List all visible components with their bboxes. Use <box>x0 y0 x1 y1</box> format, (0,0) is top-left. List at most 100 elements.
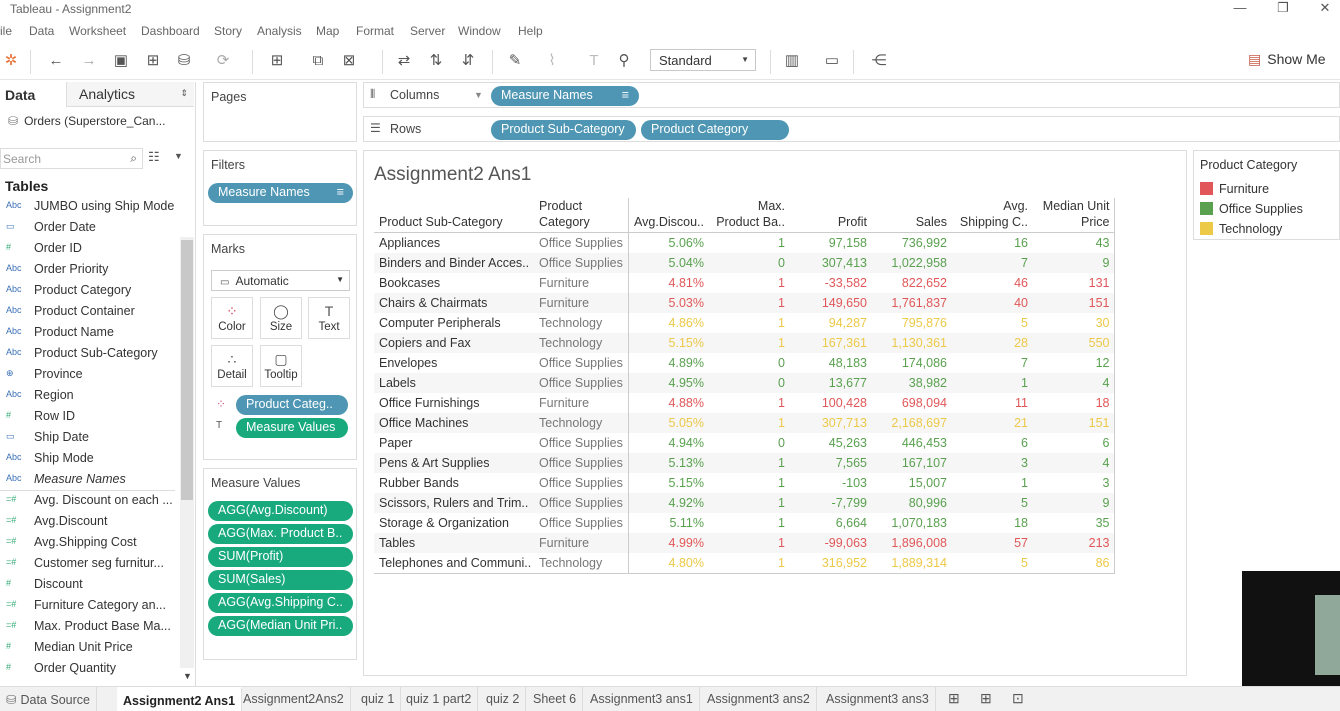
cell-max[interactable]: 1 <box>708 473 789 493</box>
cell-sales[interactable]: 1,022,958 <box>871 253 951 273</box>
color-button[interactable]: ⁘ Color <box>211 297 253 339</box>
cell-category[interactable]: Furniture <box>534 393 629 413</box>
pages-card[interactable]: Pages <box>203 82 357 142</box>
cell-sales[interactable]: 446,453 <box>871 433 951 453</box>
minimize-button[interactable]: — <box>1225 0 1255 18</box>
cell-category[interactable]: Technology <box>534 413 629 433</box>
field-item[interactable]: Abc Order Priority <box>0 260 175 281</box>
cell-med[interactable]: 12 <box>1032 353 1115 373</box>
cell-ship[interactable]: 1 <box>951 473 1032 493</box>
cell-max[interactable]: 1 <box>708 333 789 353</box>
cell-category[interactable]: Office Supplies <box>534 433 629 453</box>
menu-map[interactable]: Map <box>316 24 339 38</box>
cell-ship[interactable]: 1 <box>951 373 1032 393</box>
detail-button[interactable]: ∴ Detail <box>211 345 253 387</box>
field-item[interactable]: Abc Product Sub-Category <box>0 344 175 365</box>
cell-max[interactable]: 0 <box>708 373 789 393</box>
cell-category[interactable]: Furniture <box>534 293 629 313</box>
columns-pill-measure-names[interactable]: Measure Names ≡ <box>491 86 639 106</box>
cell-disc[interactable]: 5.05% <box>628 413 708 433</box>
cell-sales[interactable]: 736,992 <box>871 233 951 254</box>
sort-descending-icon[interactable]: ⇵ <box>457 51 479 71</box>
cell-category[interactable]: Technology <box>534 333 629 353</box>
field-item[interactable]: =# Furniture Category an... <box>0 596 175 617</box>
cell-sub-category[interactable]: Computer Peripherals <box>374 313 534 333</box>
cell-sub-category[interactable]: Bookcases <box>374 273 534 293</box>
cell-sub-category[interactable]: Office Furnishings <box>374 393 534 413</box>
header-category[interactable]: Product Category <box>534 198 629 233</box>
cell-max[interactable]: 0 <box>708 253 789 273</box>
cell-sales[interactable]: 1,889,314 <box>871 553 951 574</box>
cell-sub-category[interactable]: Envelopes <box>374 353 534 373</box>
table-row[interactable]: Bookcases Furniture 4.81% 1 -33,582 822,652 46… <box>374 273 1115 293</box>
cell-category[interactable]: Office Supplies <box>534 513 629 533</box>
new-datasource-icon[interactable]: ⊞ <box>142 51 164 71</box>
rows-pill-category[interactable]: Product Category <box>641 120 789 140</box>
field-item[interactable]: Abc Measure Names <box>0 470 175 491</box>
cell-ship[interactable]: 46 <box>951 273 1032 293</box>
cell-sub-category[interactable]: Paper <box>374 433 534 453</box>
cell-category[interactable]: Office Supplies <box>534 493 629 513</box>
cell-max[interactable]: 1 <box>708 393 789 413</box>
header-avg-shipping[interactable]: Avg. Shipping C.. <box>951 198 1032 233</box>
measure-pill[interactable]: AGG(Avg.Discount) <box>208 501 353 521</box>
size-button[interactable]: ◯ Size <box>260 297 302 339</box>
cell-max[interactable]: 1 <box>708 233 789 254</box>
pause-updates-icon[interactable]: ⛁ <box>173 51 195 71</box>
fix-axes-icon[interactable]: ⚲ <box>613 51 635 71</box>
chevron-down-icon[interactable]: ▼ <box>474 90 483 100</box>
cell-disc[interactable]: 5.15% <box>628 333 708 353</box>
field-item[interactable]: Abc Region <box>0 386 175 407</box>
cell-profit[interactable]: 316,952 <box>789 553 871 574</box>
field-item[interactable]: ▭ Ship Date <box>0 428 175 449</box>
table-row[interactable]: Envelopes Office Supplies 4.89% 0 48,183 174,… <box>374 353 1115 373</box>
tableau-logo-icon[interactable]: ✲ <box>0 51 22 71</box>
cell-sub-category[interactable]: Telephones and Communi.. <box>374 553 534 574</box>
cell-profit[interactable]: 7,565 <box>789 453 871 473</box>
cell-ship[interactable]: 5 <box>951 553 1032 574</box>
tab-assignment3-ans1[interactable]: Assignment3 ans1 <box>584 687 700 711</box>
scroll-down-icon[interactable]: ▼ <box>183 671 192 681</box>
cell-disc[interactable]: 4.94% <box>628 433 708 453</box>
header-sub-category[interactable]: Product Sub-Category <box>374 198 534 233</box>
cell-profit[interactable]: 13,677 <box>789 373 871 393</box>
cell-sales[interactable]: 167,107 <box>871 453 951 473</box>
measure-pill[interactable]: AGG(Avg.Shipping C.. <box>208 593 353 613</box>
tooltip-button[interactable]: ▢ Tooltip <box>260 345 302 387</box>
cell-sales[interactable]: 38,982 <box>871 373 951 393</box>
tab-sheet-6[interactable]: Sheet 6 <box>527 687 584 711</box>
menu-worksheet[interactable]: Worksheet <box>69 24 126 38</box>
cell-ship[interactable]: 6 <box>951 433 1032 453</box>
cell-category[interactable]: Office Supplies <box>534 453 629 473</box>
show-cards-icon[interactable]: ▥ <box>781 51 803 71</box>
new-dashboard-icon[interactable]: ⊞ <box>980 690 992 707</box>
cell-sub-category[interactable]: Appliances <box>374 233 534 254</box>
cell-profit[interactable]: 45,263 <box>789 433 871 453</box>
cell-max[interactable]: 1 <box>708 313 789 333</box>
table-row[interactable]: Pens & Art Supplies Office Supplies 5.13% 1… <box>374 453 1115 473</box>
measure-pill[interactable]: SUM(Profit) <box>208 547 353 567</box>
table-row[interactable]: Computer Peripherals Technology 4.86% 1 94,2… <box>374 313 1115 333</box>
tab-assignment3-ans2[interactable]: Assignment3 ans2 <box>701 687 817 711</box>
columns-shelf[interactable]: ⦀ Columns ▼ Measure Names ≡ <box>363 82 1340 108</box>
cell-sub-category[interactable]: Pens & Art Supplies <box>374 453 534 473</box>
cell-sub-category[interactable]: Chairs & Chairmats <box>374 293 534 313</box>
measure-pill[interactable]: AGG(Median Unit Pri.. <box>208 616 353 636</box>
redo-icon[interactable]: → <box>78 51 100 71</box>
field-item[interactable]: Abc Product Category <box>0 281 175 302</box>
marks-pill-product-category[interactable]: Product Categ.. <box>236 395 348 415</box>
datasource-item[interactable]: ⛁ Orders (Superstore_Can... <box>8 114 193 128</box>
cell-med[interactable]: 131 <box>1032 273 1115 293</box>
cell-category[interactable]: Office Supplies <box>534 353 629 373</box>
cell-profit[interactable]: 167,361 <box>789 333 871 353</box>
cell-sub-category[interactable]: Scissors, Rulers and Trim.. <box>374 493 534 513</box>
table-row[interactable]: Tables Furniture 4.99% 1 -99,063 1,896,008 57 2… <box>374 533 1115 553</box>
header-max-product-base[interactable]: Max. Product Ba.. <box>708 198 789 233</box>
field-item[interactable]: =# Avg.Shipping Cost <box>0 533 175 554</box>
text-button[interactable]: T Text <box>308 297 350 339</box>
legend-item-technology[interactable]: Technology <box>1200 222 1282 236</box>
new-worksheet-icon[interactable]: ⊞ <box>266 51 288 71</box>
tab-assignment3-ans3[interactable]: Assignment3 ans3 <box>820 687 936 711</box>
cell-med[interactable]: 18 <box>1032 393 1115 413</box>
field-item[interactable]: Abc Product Name <box>0 323 175 344</box>
